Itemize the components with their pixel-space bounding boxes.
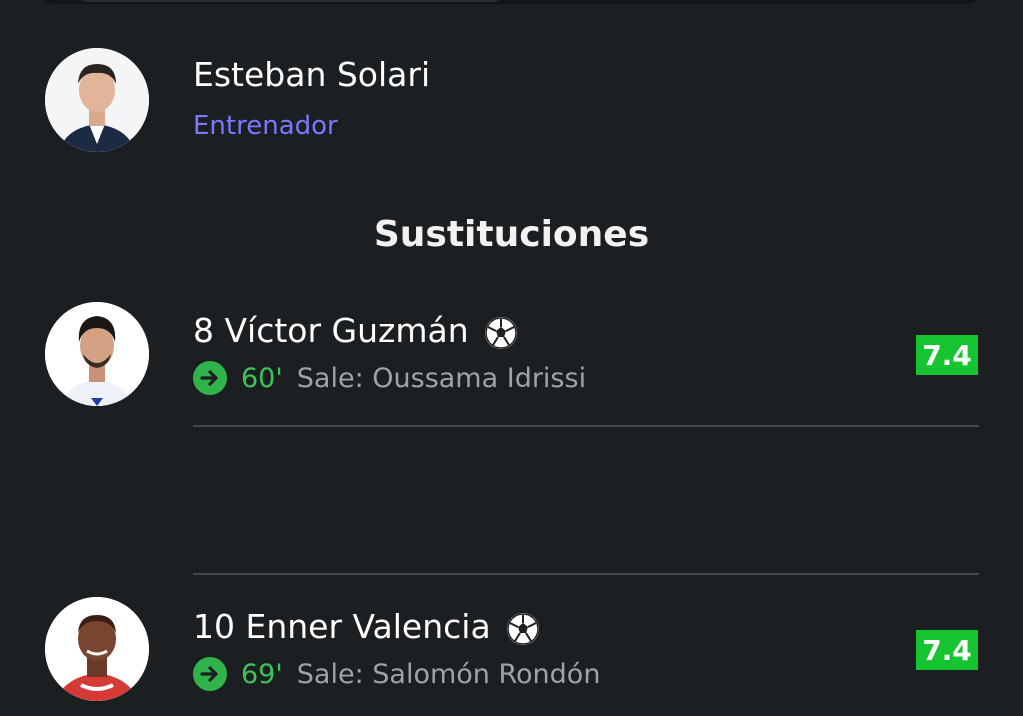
substitution-info: 60' Sale: Oussama Idrissi bbox=[193, 361, 586, 395]
top-card-edge bbox=[35, 0, 985, 4]
player-name: 10 Enner Valencia bbox=[193, 607, 491, 646]
arrow-right-icon bbox=[193, 657, 227, 691]
sub-out-player: Sale: Oussama Idrissi bbox=[296, 362, 587, 394]
coach-role: Entrenador bbox=[193, 111, 338, 141]
coach-name[interactable]: Esteban Solari bbox=[193, 55, 430, 94]
player-name-row[interactable]: 10 Enner Valencia bbox=[193, 607, 541, 647]
soccer-ball-icon bbox=[505, 611, 541, 647]
section-title: Sustituciones bbox=[373, 214, 650, 255]
sub-minute: 60' bbox=[241, 362, 283, 394]
divider bbox=[193, 573, 979, 575]
substitution-info: 69' Sale: Salomón Rondón bbox=[193, 657, 600, 691]
rating-badge: 7.4 bbox=[916, 630, 978, 670]
player-avatar[interactable] bbox=[45, 597, 149, 701]
blank-area bbox=[0, 440, 1023, 553]
sub-minute: 69' bbox=[241, 658, 283, 690]
arrow-right-icon bbox=[193, 361, 227, 395]
player-name: 8 Víctor Guzmán bbox=[193, 311, 469, 350]
sub-out-player: Sale: Salomón Rondón bbox=[296, 658, 601, 690]
rating-badge: 7.4 bbox=[916, 335, 978, 375]
player-avatar[interactable] bbox=[45, 302, 149, 406]
coach-avatar[interactable] bbox=[45, 48, 149, 152]
top-card-tab bbox=[75, 0, 505, 2]
divider bbox=[193, 425, 979, 427]
soccer-ball-icon bbox=[483, 315, 519, 351]
player-name-row[interactable]: 8 Víctor Guzmán bbox=[193, 311, 519, 351]
